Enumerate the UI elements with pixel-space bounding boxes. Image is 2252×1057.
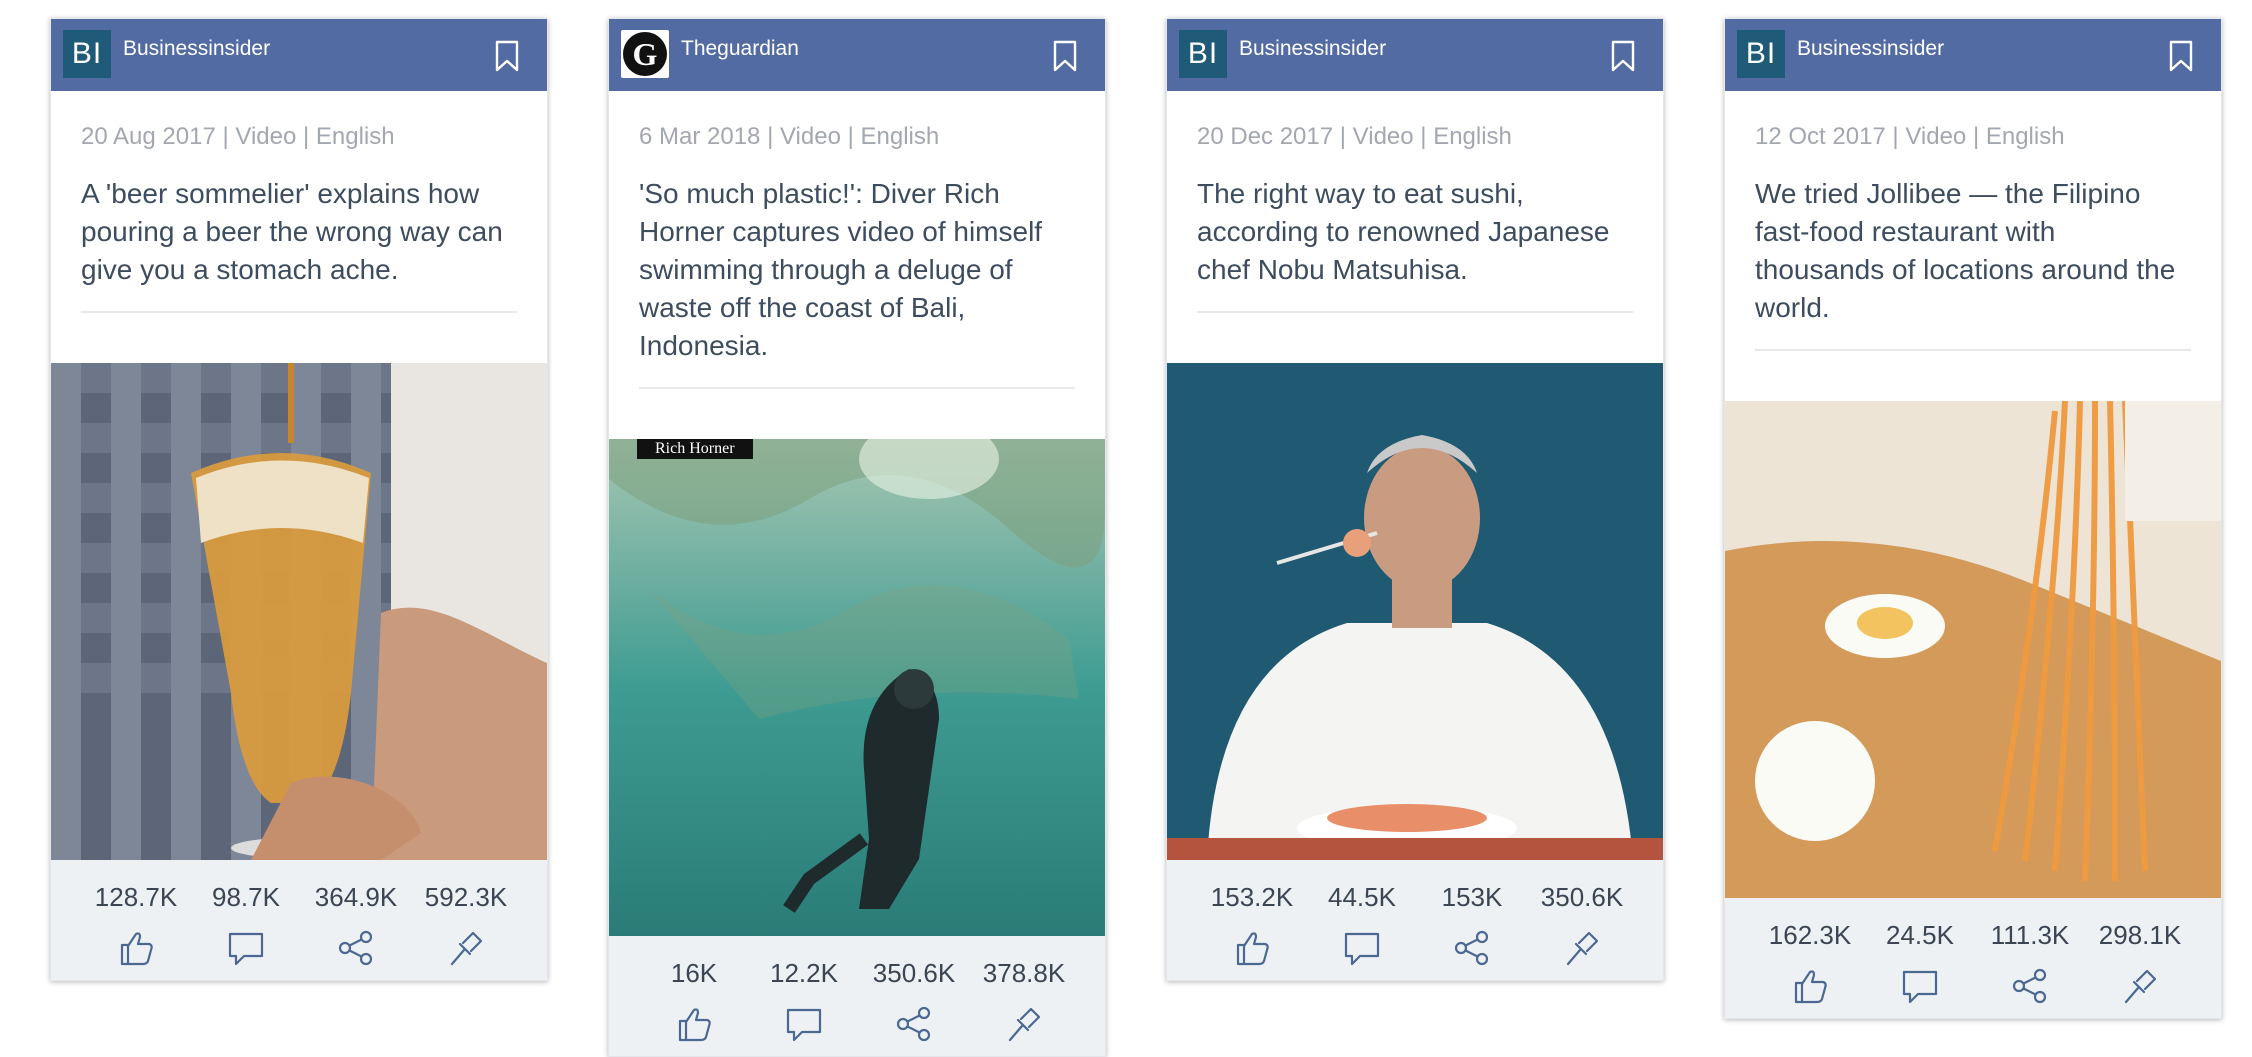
source-name[interactable]: Businessinsider [1239, 37, 1386, 61]
pin-icon[interactable] [1562, 928, 1602, 968]
comments-count: 98.7K [212, 882, 280, 912]
comment-icon[interactable] [1900, 966, 1940, 1006]
shares-count: 153K [1441, 882, 1503, 912]
like-icon[interactable] [674, 1004, 714, 1044]
pins-count: 350.6K [1540, 882, 1624, 912]
source-logo: BI [1179, 30, 1227, 78]
pin-icon[interactable] [1004, 1004, 1044, 1044]
source-logo: BI [63, 30, 111, 78]
divider [639, 387, 1075, 389]
comment-icon[interactable] [226, 928, 266, 968]
pins-count: 592.3K [424, 882, 508, 912]
card-meta: 12 Oct 2017 | Video | English [1755, 123, 2065, 150]
svg-text:G: G [633, 36, 658, 72]
comments-count: 12.2K [770, 958, 838, 988]
bookmark-icon[interactable] [1609, 39, 1637, 73]
video-thumbnail[interactable] [1167, 363, 1663, 860]
article-card[interactable]: G Theguardian 6 Mar 2018 | Video | Engli… [608, 18, 1106, 1057]
comment-icon[interactable] [784, 1004, 824, 1044]
source-logo: BI [1737, 30, 1785, 78]
card-footer: 162.3K 24.5K 111.3K 298.1K [1725, 898, 2221, 1018]
card-header: BI Businessinsider [1167, 19, 1663, 91]
share-icon[interactable] [1452, 928, 1492, 968]
card-header: BI Businessinsider [1725, 19, 2221, 91]
watermark: Rich Horner [637, 439, 753, 459]
card-header: G Theguardian [609, 19, 1105, 91]
video-thumbnail[interactable] [1725, 401, 2221, 898]
comment-icon[interactable] [1342, 928, 1382, 968]
bookmark-icon[interactable] [1051, 39, 1079, 73]
card-title[interactable]: A 'beer sommelier' explains how pouring … [81, 175, 517, 289]
card-header: BI Businessinsider [51, 19, 547, 91]
source-logo: G [621, 30, 669, 78]
shares-count: 111.3K [1990, 920, 2070, 950]
pin-icon[interactable] [2120, 966, 2160, 1006]
card-meta: 6 Mar 2018 | Video | English [639, 123, 940, 150]
card-footer: 128.7K 98.7K 364.9K 592.3K [51, 860, 547, 980]
card-footer: 16K 12.2K 350.6K 378.8K [609, 936, 1105, 1056]
likes-count: 128.7K [94, 882, 178, 912]
share-icon[interactable] [336, 928, 376, 968]
source-name[interactable]: Theguardian [681, 37, 799, 61]
article-card[interactable]: BI Businessinsider 20 Aug 2017 | Video |… [50, 18, 548, 981]
like-icon[interactable] [116, 928, 156, 968]
card-meta: 20 Dec 2017 | Video | English [1197, 123, 1512, 150]
article-card[interactable]: BI Businessinsider 12 Oct 2017 | Video |… [1724, 18, 2222, 1019]
card-title[interactable]: 'So much plastic!': Diver Rich Horner ca… [639, 175, 1075, 365]
card-title[interactable]: We tried Jollibee — the Filipino fast-fo… [1755, 175, 2191, 327]
shares-count: 350.6K [872, 958, 956, 988]
card-title[interactable]: The right way to eat sushi, according to… [1197, 175, 1633, 289]
pin-icon[interactable] [446, 928, 486, 968]
guardian-logo-icon: G [623, 32, 667, 76]
card-footer: 153.2K 44.5K 153K 350.6K [1167, 860, 1663, 980]
bookmark-icon[interactable] [2167, 39, 2195, 73]
share-icon[interactable] [2010, 966, 2050, 1006]
comments-count: 24.5K [1886, 920, 1954, 950]
divider [1755, 349, 2191, 351]
article-card[interactable]: BI Businessinsider 20 Dec 2017 | Video |… [1166, 18, 1664, 981]
comments-count: 44.5K [1328, 882, 1396, 912]
likes-count: 162.3K [1768, 920, 1852, 950]
like-icon[interactable] [1790, 966, 1830, 1006]
video-thumbnail[interactable]: Rich Horner [609, 439, 1105, 936]
card-meta: 20 Aug 2017 | Video | English [81, 123, 395, 150]
shares-count: 364.9K [314, 882, 398, 912]
video-thumbnail[interactable] [51, 363, 547, 860]
likes-count: 153.2K [1210, 882, 1294, 912]
like-icon[interactable] [1232, 928, 1272, 968]
source-name[interactable]: Businessinsider [1797, 37, 1944, 61]
likes-count: 16K [670, 958, 718, 988]
bookmark-icon[interactable] [493, 39, 521, 73]
source-name[interactable]: Businessinsider [123, 37, 270, 61]
pins-count: 378.8K [982, 958, 1066, 988]
share-icon[interactable] [894, 1004, 934, 1044]
divider [1197, 311, 1633, 313]
divider [81, 311, 517, 313]
pins-count: 298.1K [2098, 920, 2182, 950]
